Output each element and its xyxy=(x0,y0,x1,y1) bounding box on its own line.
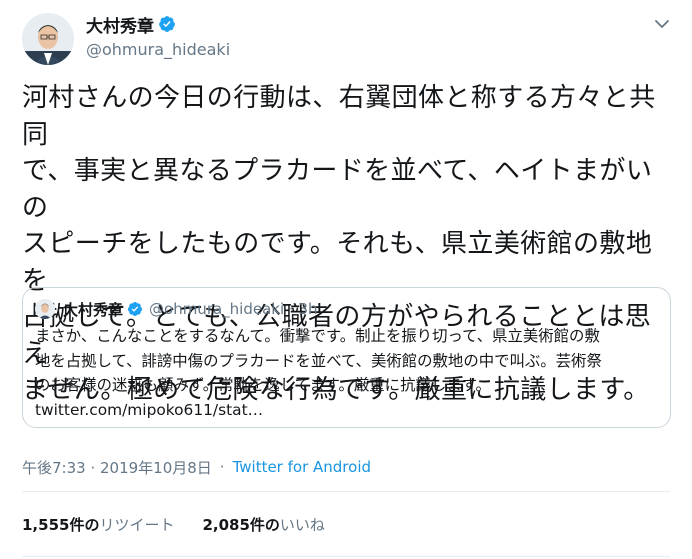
tweet-text-line: 河村さんの今日の行動は、右翼団体と称する方々と共同 xyxy=(22,83,656,150)
quoted-text-line: 地を占拠して、誹謗中傷のプラカードを並べて、美術館の敷地の中で叫ぶ。芸術祭 xyxy=(35,351,602,370)
meta-separator: · xyxy=(219,458,225,476)
likes-stat[interactable]: 2,085件の いいね xyxy=(202,514,324,535)
quoted-link[interactable]: twitter.com/mipoko611/stat… xyxy=(35,398,660,423)
quoted-text-line: まさか、こんなことをするなんて。衝撃です。制止を振り切って、県立美術館の敷 xyxy=(35,327,600,345)
divider xyxy=(22,556,670,557)
quoted-author-avatar xyxy=(35,299,55,319)
quoted-tweet[interactable]: 大村秀章 @ohmura_hideaki · 3h まさか、こんなことをするなん… xyxy=(22,287,671,428)
verified-badge-icon xyxy=(128,302,143,316)
verified-badge-icon xyxy=(159,16,175,32)
author-handle[interactable]: @ohmura_hideaki xyxy=(86,40,230,59)
author-avatar[interactable] xyxy=(22,13,74,65)
quoted-text-line: のお客様の迷惑も顧みず。常軌を逸してます。厳重に抗議します。 xyxy=(35,376,491,394)
likes-label: いいね xyxy=(279,515,325,534)
tweet-card: 大村秀章 @ohmura_hideaki 河村さんの今日の行動は、右翼団体と称す… xyxy=(0,0,692,559)
tweet-source-link[interactable]: Twitter for Android xyxy=(233,458,371,476)
tweet-meta: 午後7:33 · 2019年10月8日 · Twitter for Androi… xyxy=(22,457,371,477)
tweet-stats: 1,555件の リツイート 2,085件の いいね xyxy=(22,514,325,534)
quoted-header: 大村秀章 @ohmura_hideaki · 3h xyxy=(63,298,318,320)
author-name-row[interactable]: 大村秀章 xyxy=(86,12,176,37)
quoted-author-handle: @ohmura_hideaki · 3h xyxy=(149,300,318,318)
quoted-tweet-text: まさか、こんなことをするなんて。衝撃です。制止を振り切って、県立美術館の敷 地を… xyxy=(35,324,660,422)
tweet-text-line: で、事実と異なるプラカードを並べて、ヘイトまがいの xyxy=(22,156,653,223)
likes-count: 2,085件の xyxy=(202,515,280,534)
retweets-stat[interactable]: 1,555件の リツイート xyxy=(22,514,174,535)
quoted-author-name: 大村秀章 xyxy=(63,300,124,319)
retweets-label: リツイート xyxy=(99,515,175,534)
tweet-timestamp[interactable]: 午後7:33 · 2019年10月8日 xyxy=(22,457,212,478)
retweets-count: 1,555件の xyxy=(22,515,100,534)
divider xyxy=(22,491,670,492)
chevron-down-icon[interactable] xyxy=(654,18,670,30)
author-name[interactable]: 大村秀章 xyxy=(86,12,154,37)
